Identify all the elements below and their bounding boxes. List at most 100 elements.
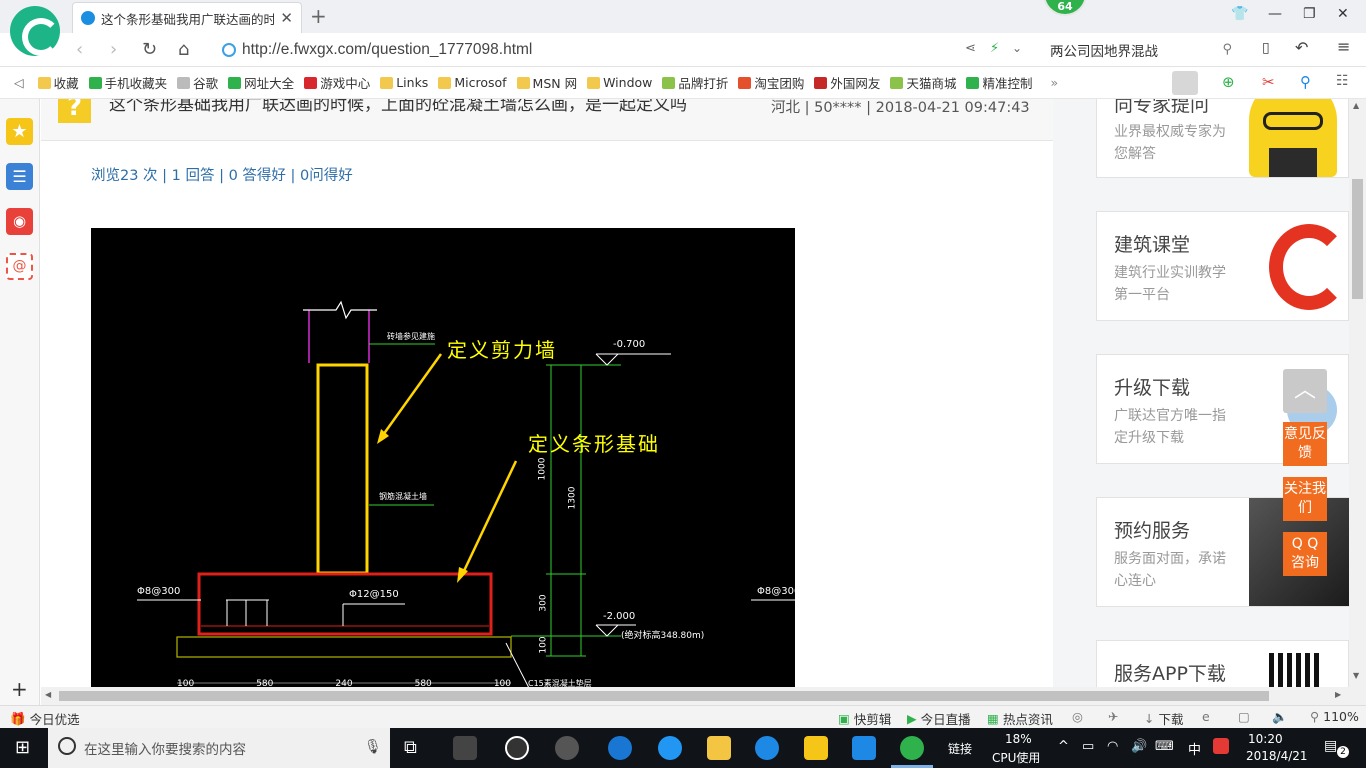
tab-active[interactable]: 这个条形基础我用广联达画的时候 ✕ — [72, 2, 302, 33]
qq-consult-button[interactable]: Q Q 咨询 — [1283, 532, 1327, 576]
favorites-star-icon[interactable]: ★ — [6, 118, 33, 145]
site-info-icon[interactable] — [222, 43, 236, 57]
edge-icon[interactable] — [608, 736, 632, 760]
undo-icon[interactable]: ↶ — [1295, 38, 1308, 57]
translate-icon[interactable]: ⊕ — [1222, 73, 1235, 91]
back-icon[interactable]: ‹ — [76, 39, 83, 60]
search-icon[interactable]: ⚲ — [1222, 42, 1232, 57]
home-icon[interactable]: ⌂ — [178, 39, 189, 60]
ie-app-icon[interactable] — [505, 736, 529, 760]
mail-icon[interactable]: @ — [6, 253, 33, 280]
mobile-icon[interactable]: ▯ — [1262, 40, 1270, 56]
close-window-button[interactable]: ✕ — [1337, 6, 1349, 22]
today-live[interactable]: ▶ 今日直播 — [907, 709, 971, 728]
quick-edit[interactable]: ▣ 快剪辑 — [838, 709, 891, 728]
bookmark-item[interactable]: 天猫商城 — [890, 73, 956, 92]
ie-mode-icon[interactable]: e — [1202, 709, 1210, 724]
zoom-level[interactable]: ⚲ 110% — [1310, 709, 1359, 724]
window-icon[interactable]: ▢ — [1238, 709, 1250, 724]
scroll-down-icon[interactable]: ▼ — [1353, 671, 1359, 680]
share-icon[interactable]: ⋖ — [965, 41, 976, 56]
lightning-icon[interactable]: ⚡ — [990, 41, 999, 56]
battery-icon[interactable]: ▭ — [1082, 739, 1094, 754]
browser-taskbar-icon[interactable] — [900, 736, 924, 760]
reader-icon[interactable]: ☰ — [6, 163, 33, 190]
magnifier-icon[interactable]: ⚲ — [1300, 73, 1311, 91]
windows-start-icon[interactable]: ⊞ — [15, 737, 30, 758]
more-bookmarks-icon[interactable]: » — [1050, 75, 1058, 90]
security-icon[interactable] — [1172, 71, 1198, 95]
clock-date[interactable]: 2018/4/21 — [1246, 749, 1308, 763]
tray-chevron-icon[interactable]: ^ — [1058, 739, 1069, 754]
chevron-down-icon[interactable]: ⌄ — [1012, 41, 1022, 55]
glodon-app-icon[interactable] — [755, 736, 779, 760]
browser-logo-icon[interactable] — [10, 6, 60, 56]
bookmark-item[interactable]: 精准控制 — [966, 73, 1032, 92]
wifi-icon[interactable]: ◠ — [1107, 739, 1118, 754]
new-tab-button[interactable]: + — [310, 4, 327, 28]
level-badge[interactable]: 64 — [1043, 0, 1087, 16]
task-view-icon[interactable]: ⧉ — [404, 737, 417, 758]
fan-app-icon[interactable] — [453, 736, 477, 760]
bookmark-item[interactable]: 游戏中心 — [304, 73, 370, 92]
question-stats[interactable]: 浏览23 次 | 1 回答 | 0 答得好 | 0问得好 — [91, 164, 353, 185]
bookmark-item[interactable]: 收藏 — [37, 73, 79, 92]
bookmark-item[interactable]: 淘宝团购 — [738, 73, 804, 92]
grid-menu-icon[interactable]: ☷ — [1336, 73, 1349, 89]
minimize-button[interactable]: — — [1268, 6, 1282, 22]
search-input[interactable]: 两公司因地界混战 ⚲ — [1040, 37, 1240, 63]
scissors-icon[interactable]: ✂ — [1262, 73, 1275, 91]
links-label[interactable]: 链接 — [948, 740, 972, 757]
vertical-scroll-thumb[interactable] — [1352, 179, 1363, 299]
bookmark-item[interactable]: 谷歌 — [177, 73, 218, 92]
restore-button[interactable]: ❐ — [1303, 6, 1316, 22]
sidebar-toggle-icon[interactable]: ◁ — [14, 75, 24, 90]
remote-app-icon[interactable] — [852, 736, 876, 760]
mute-icon[interactable]: 🔈 — [1272, 709, 1288, 725]
spiral-app-icon[interactable] — [555, 736, 579, 760]
unpin-icon[interactable]: ✈ — [1108, 709, 1118, 724]
add-sidebar-icon[interactable]: + — [11, 677, 28, 701]
ad-ask-expert[interactable]: 向专家提问 业界最权威专家为您解答 — [1096, 99, 1349, 178]
vertical-scrollbar[interactable]: ▲ ▼ — [1349, 99, 1366, 705]
sogou-icon[interactable] — [1213, 738, 1229, 754]
bookmark-item[interactable]: Links — [380, 75, 428, 90]
shirt-skin-icon[interactable]: 👕 — [1231, 6, 1248, 22]
bookmark-item[interactable]: 网址大全 — [228, 73, 294, 92]
scroll-up-icon[interactable]: ▲ — [1353, 101, 1359, 110]
clock-time[interactable]: 10:20 — [1248, 732, 1283, 746]
bookmark-item[interactable]: MSN 网 — [516, 73, 577, 92]
refresh-icon[interactable]: ↻ — [142, 39, 157, 60]
bookmark-item[interactable]: 外国网友 — [814, 73, 880, 92]
follow-us-button[interactable]: 关注我们 — [1283, 477, 1327, 521]
file-explorer-icon[interactable] — [707, 736, 731, 760]
feedback-button[interactable]: 意见反馈 — [1283, 422, 1327, 466]
weibo-icon[interactable]: ◉ — [6, 208, 33, 235]
ad-app-download[interactable]: 服务APP下载 — [1096, 640, 1349, 687]
horizontal-scrollbar[interactable]: ◀ ▶ — [41, 687, 1349, 705]
volume-icon[interactable]: 🔊 — [1131, 739, 1147, 754]
notes-app-icon[interactable] — [804, 736, 828, 760]
back-to-top-button[interactable]: ︿ — [1283, 369, 1327, 413]
taskbar-search-input[interactable]: 在这里输入你要搜索的内容 🎙 — [48, 728, 390, 768]
bookmark-item[interactable]: 品牌打折 — [662, 73, 728, 92]
tab-close-icon[interactable]: ✕ — [280, 9, 293, 27]
bookmark-item[interactable]: Window — [587, 75, 652, 90]
keyboard-icon[interactable]: ⌨ — [1155, 739, 1174, 754]
forward-icon[interactable]: › — [110, 39, 117, 60]
hot-news[interactable]: ▦ 热点资讯 — [987, 709, 1053, 728]
scroll-left-icon[interactable]: ◀ — [45, 690, 51, 699]
menu-icon[interactable]: ≡ — [1337, 37, 1350, 56]
internet-explorer-icon[interactable] — [658, 736, 682, 760]
downloads[interactable]: ↓ 下载 — [1144, 709, 1184, 728]
url-field[interactable]: http://e.fwxgx.com/question_1777098.html — [222, 37, 1032, 63]
microphone-icon[interactable]: 🎙 — [364, 739, 382, 755]
scroll-right-icon[interactable]: ▶ — [1335, 690, 1341, 699]
ad-building-class[interactable]: 建筑课堂 建筑行业实训教学第一平台 — [1096, 211, 1349, 321]
notification-icon[interactable]: ▤ — [1324, 738, 1337, 754]
today-picks[interactable]: 🎁 今日优选 — [10, 709, 80, 728]
bookmark-item[interactable]: 手机收藏夹 — [88, 73, 167, 92]
bookmark-item[interactable]: Microsof — [438, 75, 507, 90]
horizontal-scroll-thumb[interactable] — [59, 691, 1269, 701]
ime-indicator[interactable]: 中 — [1188, 739, 1201, 758]
